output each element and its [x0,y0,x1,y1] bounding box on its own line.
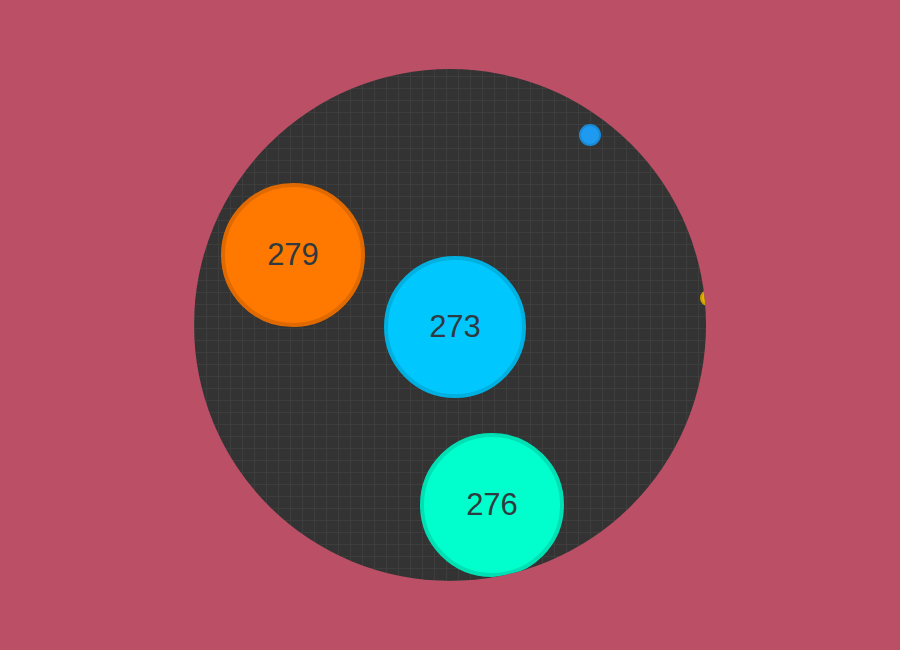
game-screen: 279 273 276 [0,0,900,650]
game-viewport[interactable]: 279 273 276 [194,69,706,581]
cell-mass: 279 [267,237,319,273]
cell-mass: 273 [429,309,481,345]
pellet [700,290,706,306]
player-cell: 279 [221,183,365,327]
player-cell: 273 [384,256,526,398]
player-cell: 276 [420,433,564,577]
cell-mass: 276 [466,487,518,523]
pellet [579,124,601,146]
